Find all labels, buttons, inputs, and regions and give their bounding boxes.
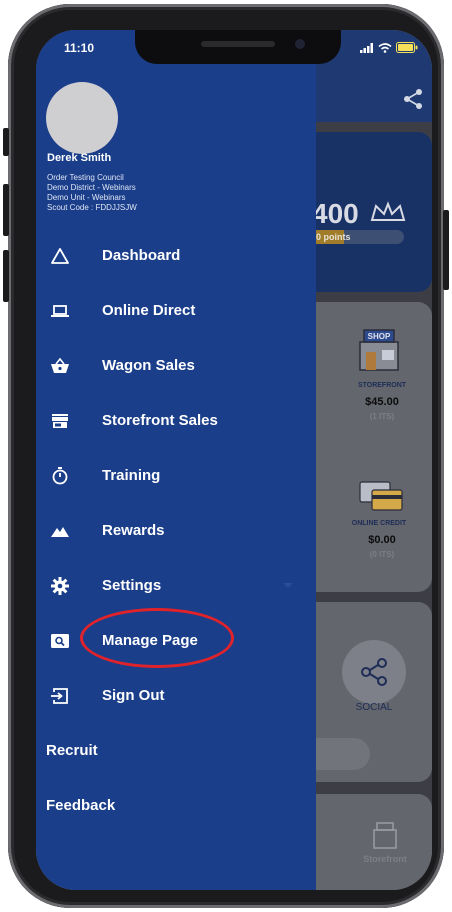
menu-item-label: Online Direct <box>102 302 196 319</box>
points-value: 400 <box>312 198 359 229</box>
menu-item-label: Rewards <box>102 522 165 539</box>
wifi-icon <box>378 42 392 53</box>
front-camera <box>295 39 305 49</box>
menu-item-storefront-sales[interactable]: Storefront Sales <box>36 401 316 441</box>
phone-silent-switch <box>3 128 9 156</box>
manage-page-highlight-ring <box>80 608 234 668</box>
notch <box>135 30 341 64</box>
bottom-label: Storefront <box>363 854 407 864</box>
menu-item-label: Dashboard <box>102 247 181 264</box>
avatar[interactable] <box>46 82 118 154</box>
user-council: Order Testing Council <box>47 173 124 182</box>
laptop-icon <box>51 305 69 317</box>
screen: 400 0 points SHOP STOREFRONT $45.00 (1 I… <box>36 30 432 890</box>
feedback-link[interactable]: Feedback <box>46 797 115 814</box>
storefront-label: STOREFRONT <box>357 382 407 389</box>
credit-card-icon <box>359 481 403 511</box>
chevron-down-icon[interactable] <box>282 580 294 592</box>
menu-item-label: Storefront Sales <box>102 412 218 429</box>
menu-item-dashboard[interactable]: Dashboard <box>36 236 316 276</box>
phone-power-button <box>443 210 449 290</box>
menu-item-rewards[interactable]: Rewards <box>36 511 316 551</box>
stopwatch-icon <box>52 467 68 485</box>
phone-volume-down <box>3 250 9 302</box>
phone-volume-up <box>3 184 9 236</box>
storefront-icon <box>52 414 68 428</box>
menu-item-label: Settings <box>102 577 162 594</box>
user-unit: Demo Unit - Webinars <box>47 193 126 202</box>
sign-out-icon <box>51 688 68 704</box>
status-time: 11:10 <box>64 41 95 55</box>
points-label: 0 points <box>316 232 351 242</box>
triangle-outline-icon <box>51 248 69 264</box>
bottom-shop-icon <box>373 822 397 849</box>
menu-item-settings[interactable]: Settings <box>36 566 316 606</box>
menu-item-sign-out[interactable]: Sign Out <box>36 676 316 716</box>
manage-page-icon <box>51 634 69 648</box>
menu-item-wagon-sales[interactable]: Wagon Sales <box>36 346 316 386</box>
user-name: Derek Smith <box>47 152 112 164</box>
speaker <box>201 41 275 47</box>
shop-icon: SHOP <box>359 329 399 371</box>
mountain-icon <box>51 527 69 537</box>
online-credit-amount: $0.00 <box>368 534 396 546</box>
menu-item-online-direct[interactable]: Online Direct <box>36 291 316 331</box>
online-credit-sub: (0 ITS) <box>369 550 395 559</box>
menu-item-label: Sign Out <box>102 687 165 704</box>
crown-icon <box>370 201 406 221</box>
battery-icon <box>396 42 418 53</box>
svg-text:SHOP: SHOP <box>368 332 391 341</box>
storefront-amount: $45.00 <box>365 396 399 408</box>
menu-item-label: Training <box>102 467 161 484</box>
user-scout-code: Scout Code : FDDJJSJW <box>47 203 137 212</box>
storefront-sub: (1 ITS) <box>369 412 395 421</box>
share-icon[interactable] <box>402 88 424 110</box>
social-label: SOCIAL <box>355 702 393 713</box>
social-share-icon <box>361 658 387 686</box>
signal-icon <box>360 42 373 53</box>
online-credit-label: ONLINE CREDIT <box>351 520 407 527</box>
status-indicators <box>360 42 418 53</box>
user-district: Demo District - Webinars <box>47 183 136 192</box>
menu-item-label: Wagon Sales <box>102 357 195 374</box>
basket-icon <box>51 357 69 373</box>
recruit-link[interactable]: Recruit <box>46 742 98 759</box>
menu-item-training[interactable]: Training <box>36 456 316 496</box>
gear-icon <box>51 577 69 595</box>
navigation-drawer: Derek Smith Order Testing Council Demo D… <box>36 30 316 890</box>
